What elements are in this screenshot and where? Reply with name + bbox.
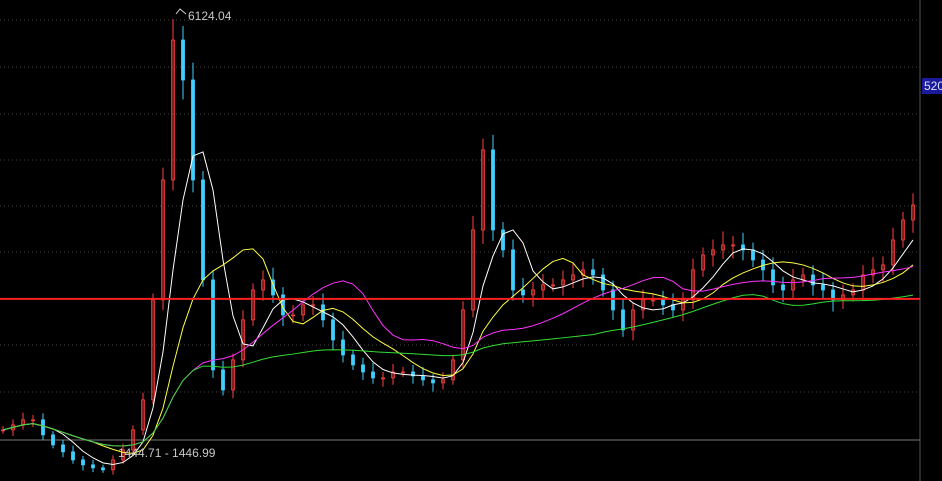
candle-body: [221, 369, 225, 391]
candle-body: [371, 371, 375, 379]
price-axis-label: 520: [922, 78, 942, 94]
candle-body: [621, 309, 625, 331]
candle-body: [431, 379, 435, 384]
candle-body: [351, 354, 355, 366]
candle-body: [511, 249, 515, 291]
stock-chart[interactable]: 6124.04 1444.71 - 1446.99 520: [0, 0, 942, 481]
candle-body: [71, 451, 75, 461]
ma-line-ma10: [2, 248, 914, 454]
candle-body: [361, 364, 365, 373]
candle-body: [601, 274, 605, 291]
candle-body: [341, 339, 345, 356]
candle-body: [491, 149, 495, 231]
candle-body: [191, 79, 195, 181]
ma-line-ma20: [2, 266, 914, 447]
low-price-label: 1444.71 - 1446.99: [118, 446, 216, 460]
candle-body: [211, 279, 215, 371]
candle-body: [61, 444, 65, 453]
candle-body: [751, 249, 755, 261]
candle-body: [181, 39, 185, 81]
candle-body: [821, 284, 825, 291]
candle-body: [51, 434, 55, 446]
ma-line-ma60: [2, 294, 914, 447]
candle-body: [781, 284, 785, 291]
candle-body: [661, 299, 665, 306]
candle-body: [81, 459, 85, 466]
chart-canvas[interactable]: [0, 0, 942, 481]
candle-body: [331, 319, 335, 341]
candle-body: [771, 269, 775, 286]
candle-body: [201, 179, 205, 281]
candle-body: [421, 375, 425, 381]
high-marker: [175, 8, 187, 15]
high-price-label: 6124.04: [188, 9, 232, 23]
candle-body: [521, 289, 525, 296]
ma-line-ma5: [2, 151, 914, 465]
candle-body: [41, 419, 45, 436]
candle-body: [101, 467, 105, 471]
candle-body: [91, 464, 95, 469]
candle-body: [501, 229, 505, 251]
candle-body: [611, 289, 615, 311]
candle-body: [591, 269, 595, 276]
